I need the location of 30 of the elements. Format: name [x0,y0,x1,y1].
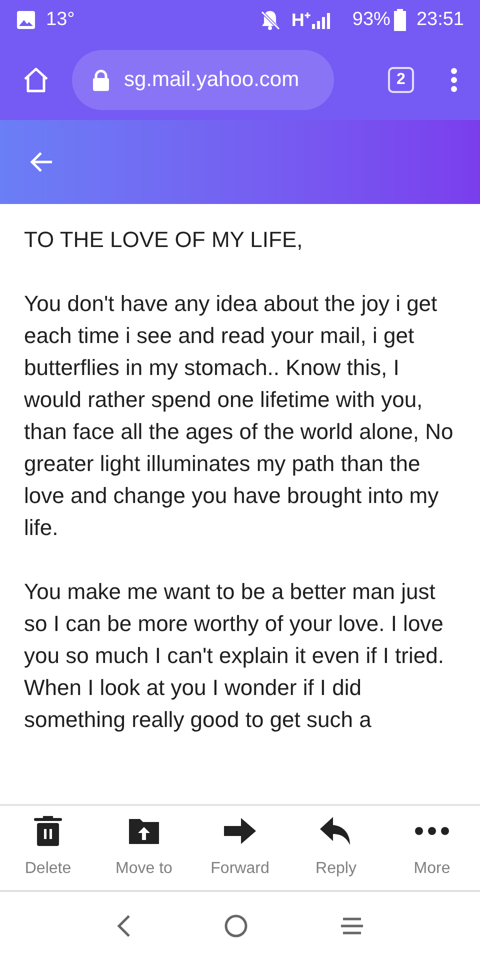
toolbar-button[interactable]: Reply [288,815,384,881]
trash-icon [34,816,62,846]
image-icon [16,10,36,30]
muted-bell-icon [259,9,282,31]
clock-time: 23:51 [416,8,464,32]
toolbar-button[interactable]: More [384,815,480,881]
toolbar-button[interactable]: Delete [0,815,96,881]
folder-upload-icon [129,818,159,844]
back-icon[interactable] [116,914,132,938]
battery-percent: 93% [352,8,390,32]
battery-icon [394,9,406,31]
recents-icon[interactable] [340,916,364,936]
right-arrow-icon [224,818,256,844]
email-greeting: TO THE LOVE OF MY LIFE, [24,226,304,254]
home-icon[interactable] [22,66,50,94]
menu-icon[interactable] [450,67,458,93]
temperature: 13° [46,8,75,32]
lock-icon [92,69,110,91]
address-bar[interactable]: sg.mail.yahoo.com [72,50,334,110]
network-type: H⁺ [291,8,310,32]
home-circle-icon[interactable] [224,914,248,938]
toolbar-button[interactable]: Move to [96,815,192,881]
toolbar-button[interactable]: Forward [192,815,288,881]
email-paragraph: You don't have any idea about the joy i get each time i see and read your mail, i get butterflies in my stomach.. Know this, I would rather spend one lifetime with you, than face all the ages of the world alone, No greater light illuminates my path than the love and change you have brought into my life. [24,290,454,542]
reply-arrow-icon [320,817,352,845]
url-text: sg.mail.yahoo.com [124,67,300,94]
email-paragraph: You make me want to be a better man just so I can be more worthy of your love. I love you so much I can't explain it even if I tried. When I look at you I wonder if I did something really good to get such a [24,578,445,734]
back-arrow-icon[interactable] [30,151,54,173]
tab-count[interactable]: 2 [388,67,414,93]
more-dots-icon [415,827,449,835]
